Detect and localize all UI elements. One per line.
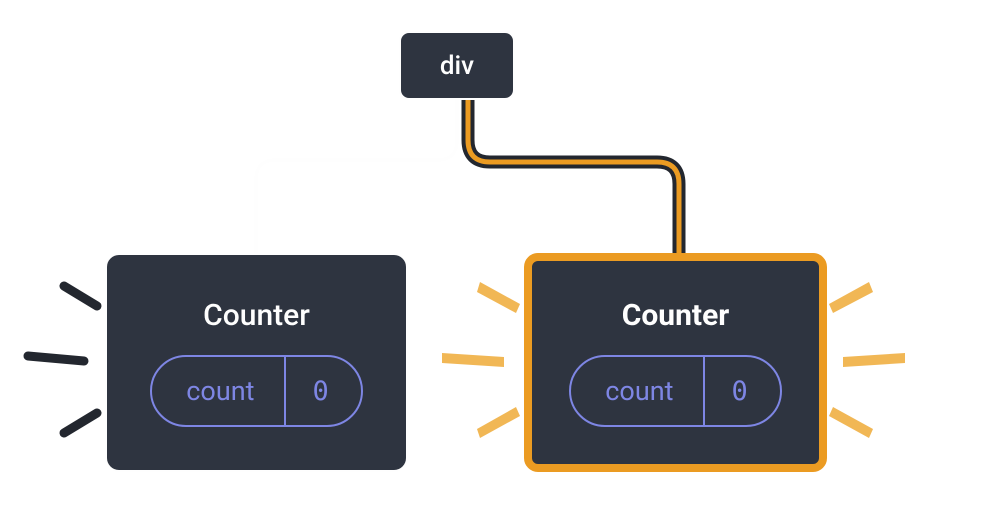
state-value: 0	[286, 357, 360, 425]
counter-title: Counter	[622, 298, 730, 333]
spark-marks-right-inner	[420, 250, 530, 480]
state-key: count	[152, 357, 286, 425]
state-value: 0	[705, 357, 779, 425]
root-node: div	[399, 31, 515, 100]
state-key: count	[571, 357, 705, 425]
counter-node-right-highlighted: Counter count 0	[524, 253, 827, 472]
state-pill: count 0	[150, 355, 362, 427]
spark-marks-left	[0, 250, 110, 480]
tree-diagram: div Counter count 0 Counter count 0	[0, 0, 999, 515]
state-pill: count 0	[569, 355, 781, 427]
spark-marks-right-outer	[825, 250, 995, 480]
counter-node-left: Counter count 0	[105, 253, 408, 472]
counter-title: Counter	[203, 298, 310, 333]
root-label: div	[440, 51, 474, 81]
